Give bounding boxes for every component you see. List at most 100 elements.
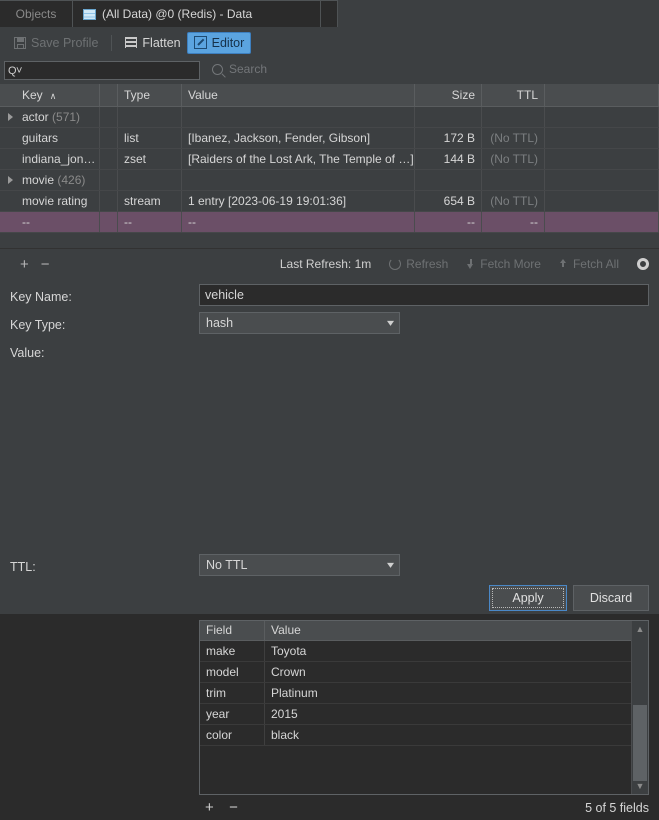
add-key-button[interactable]: + (14, 255, 35, 274)
key-name-input[interactable]: vehicle (199, 284, 649, 306)
fetch-all-label: Fetch All (572, 257, 619, 271)
row-key-cell[interactable]: -- (0, 212, 100, 232)
gear-icon[interactable] (637, 258, 649, 270)
row-type-cell: zset (118, 149, 182, 169)
row-key-cell[interactable]: movie (426) (0, 170, 100, 190)
scroll-down-icon[interactable]: ▼ (632, 778, 648, 794)
save-profile-button[interactable]: Save Profile (8, 32, 104, 54)
tab-bar: Objects (All Data) @0 (Redis) - Data (0, 0, 659, 27)
fetch-more-button[interactable]: Fetch More (466, 257, 541, 271)
table-row[interactable]: indiana_jon… zset [Raiders of the Lost A… (0, 149, 659, 170)
column-header-spacer[interactable] (100, 84, 118, 106)
key-name-label: Key Name: (10, 290, 72, 304)
row-ttl-cell (482, 107, 545, 127)
table-row[interactable]: guitars list [Ibanez, Jackson, Fender, G… (0, 128, 659, 149)
row-key-cell[interactable]: movie rating (0, 191, 100, 211)
field-value-cell[interactable]: 2015 (265, 704, 648, 724)
row-key-label: actor (22, 110, 49, 124)
scroll-up-icon[interactable]: ▲ (632, 621, 648, 637)
field-value-cell[interactable]: Toyota (265, 641, 648, 661)
apply-button[interactable]: Apply (489, 585, 567, 611)
table-row[interactable]: movie (426) (0, 170, 659, 191)
row-type-cell: -- (118, 212, 182, 232)
expand-arrow-icon[interactable] (8, 113, 13, 121)
fetch-more-label: Fetch More (480, 257, 541, 271)
key-type-label: Key Type: (10, 318, 66, 332)
ttl-select[interactable]: No TTL ▾ (199, 554, 400, 576)
tab-all-data[interactable]: (All Data) @0 (Redis) - Data (72, 0, 321, 27)
arrow-down-icon (466, 259, 475, 269)
row-tail-cell (545, 107, 659, 127)
chevron-down-icon: ▾ (386, 559, 395, 571)
save-profile-label: Save Profile (31, 35, 99, 50)
row-size-cell: -- (415, 212, 482, 232)
column-header-value[interactable]: Value (182, 84, 415, 106)
row-spacer-cell (100, 212, 118, 232)
fields-vertical-scrollbar[interactable]: ▲ ▼ (631, 621, 648, 794)
refresh-icon (389, 258, 402, 270)
last-refresh-label: Last Refresh: 1m (279, 257, 372, 271)
quick-filter-input[interactable]: Q˅ (4, 61, 200, 80)
table-row[interactable]: actor (571) (0, 107, 659, 128)
fetch-all-button[interactable]: Fetch All (559, 257, 619, 271)
table-row-selected[interactable]: -- -- -- -- -- (0, 212, 659, 233)
row-key-cell[interactable]: guitars (0, 128, 100, 148)
field-value-cell[interactable]: black (265, 725, 648, 745)
field-value-cell[interactable]: Crown (265, 662, 648, 682)
search-placeholder: Search (229, 62, 268, 76)
remove-field-button[interactable]: − (223, 798, 244, 817)
refresh-button[interactable]: Refresh (389, 257, 448, 271)
column-header-size[interactable]: Size (415, 84, 482, 106)
row-size-cell (415, 107, 482, 127)
search-icon (212, 63, 223, 75)
query-dropdown-icon[interactable]: Q˅ (8, 65, 22, 77)
list-item[interactable]: model Crown (200, 662, 648, 683)
redis-icon (83, 8, 96, 20)
search-box[interactable]: Search (212, 62, 267, 76)
row-spacer-cell (100, 149, 118, 169)
field-name-cell[interactable]: year (200, 704, 265, 724)
column-header-ttl[interactable]: TTL (482, 84, 545, 106)
row-key-cell[interactable]: actor (571) (0, 107, 100, 127)
list-item[interactable]: year 2015 (200, 704, 648, 725)
row-key-label: guitars (22, 131, 59, 145)
discard-button[interactable]: Discard (573, 585, 649, 611)
row-size-cell (415, 170, 482, 190)
column-header-key[interactable]: Key ∧ (0, 84, 100, 106)
editor-button[interactable]: Editor (186, 31, 252, 54)
scrollbar-thumb[interactable] (633, 705, 647, 781)
tab-all-data-label: (All Data) @0 (Redis) - Data (102, 7, 253, 21)
column-header-type[interactable]: Type (118, 84, 182, 106)
add-field-button[interactable]: + (199, 798, 220, 817)
row-size-cell: 654 B (415, 191, 482, 211)
row-ttl-cell (482, 170, 545, 190)
field-value-cell[interactable]: Platinum (265, 683, 648, 703)
sort-ascending-icon: ∧ (49, 90, 57, 101)
list-item[interactable]: make Toyota (200, 641, 648, 662)
row-ttl-cell: -- (482, 212, 545, 232)
filter-bar: Q˅ Search (0, 58, 659, 84)
list-item[interactable]: color black (200, 725, 648, 746)
field-name-cell[interactable]: trim (200, 683, 265, 703)
field-name-cell[interactable]: color (200, 725, 265, 745)
expand-arrow-icon[interactable] (8, 176, 13, 184)
key-type-select[interactable]: hash ▾ (199, 312, 400, 334)
flatten-icon (125, 37, 138, 48)
row-spacer-cell (100, 107, 118, 127)
field-name-cell[interactable]: make (200, 641, 265, 661)
column-header-field-value[interactable]: Value (265, 621, 648, 640)
column-header-field[interactable]: Field (200, 621, 265, 640)
key-editor-form: Key Name: vehicle Key Type: hash ▾ Value… (0, 278, 659, 815)
row-key-cell[interactable]: indiana_jon… (0, 149, 100, 169)
row-key-label: movie rating (22, 194, 88, 208)
row-key-label: -- (22, 215, 30, 229)
field-count-label: 5 of 5 fields (585, 801, 649, 815)
remove-key-button[interactable]: − (35, 255, 56, 274)
table-row[interactable]: movie rating stream 1 entry [2023-06-19 … (0, 191, 659, 212)
row-type-cell (118, 107, 182, 127)
tab-objects[interactable]: Objects (0, 0, 72, 27)
list-item[interactable]: trim Platinum (200, 683, 648, 704)
flatten-label: Flatten (142, 35, 181, 50)
field-name-cell[interactable]: model (200, 662, 265, 682)
flatten-button[interactable]: Flatten (119, 32, 186, 54)
